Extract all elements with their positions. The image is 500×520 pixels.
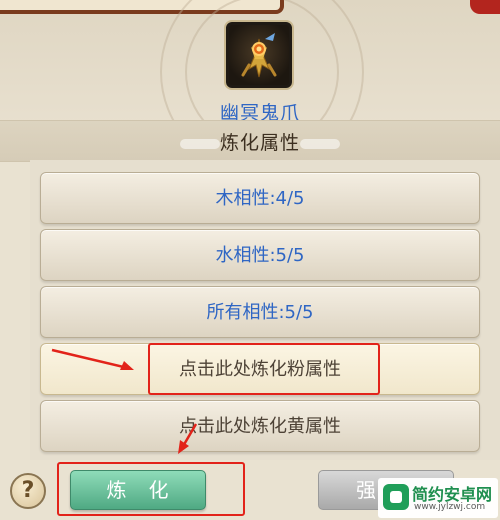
refine-button[interactable]: 炼 化 <box>70 470 206 510</box>
attribute-wood[interactable]: 木相性:4/5 <box>40 172 480 224</box>
attribute-water[interactable]: 水相性:5/5 <box>40 229 480 281</box>
section-title: 炼化属性 <box>219 132 300 154</box>
strengthen-button-label: 强 <box>356 478 376 502</box>
refine-button-label: 炼 化 <box>106 478 170 502</box>
watermark: 简约安卓网 www.jylzwj.com <box>378 478 498 518</box>
item-icon <box>226 22 292 88</box>
watermark-url: www.jylzwj.com <box>414 502 486 512</box>
golden-claw-item-icon <box>241 33 277 78</box>
attribute-all[interactable]: 所有相性:5/5 <box>40 286 480 338</box>
refine-yellow-attribute-option[interactable]: 点击此处炼化黄属性 <box>40 400 480 452</box>
refine-pink-attribute-option[interactable]: 点击此处炼化粉属性 <box>40 343 480 395</box>
help-button[interactable]: ? <box>10 473 46 509</box>
window-corner-decoration <box>470 0 500 14</box>
android-logo-icon <box>383 484 409 510</box>
